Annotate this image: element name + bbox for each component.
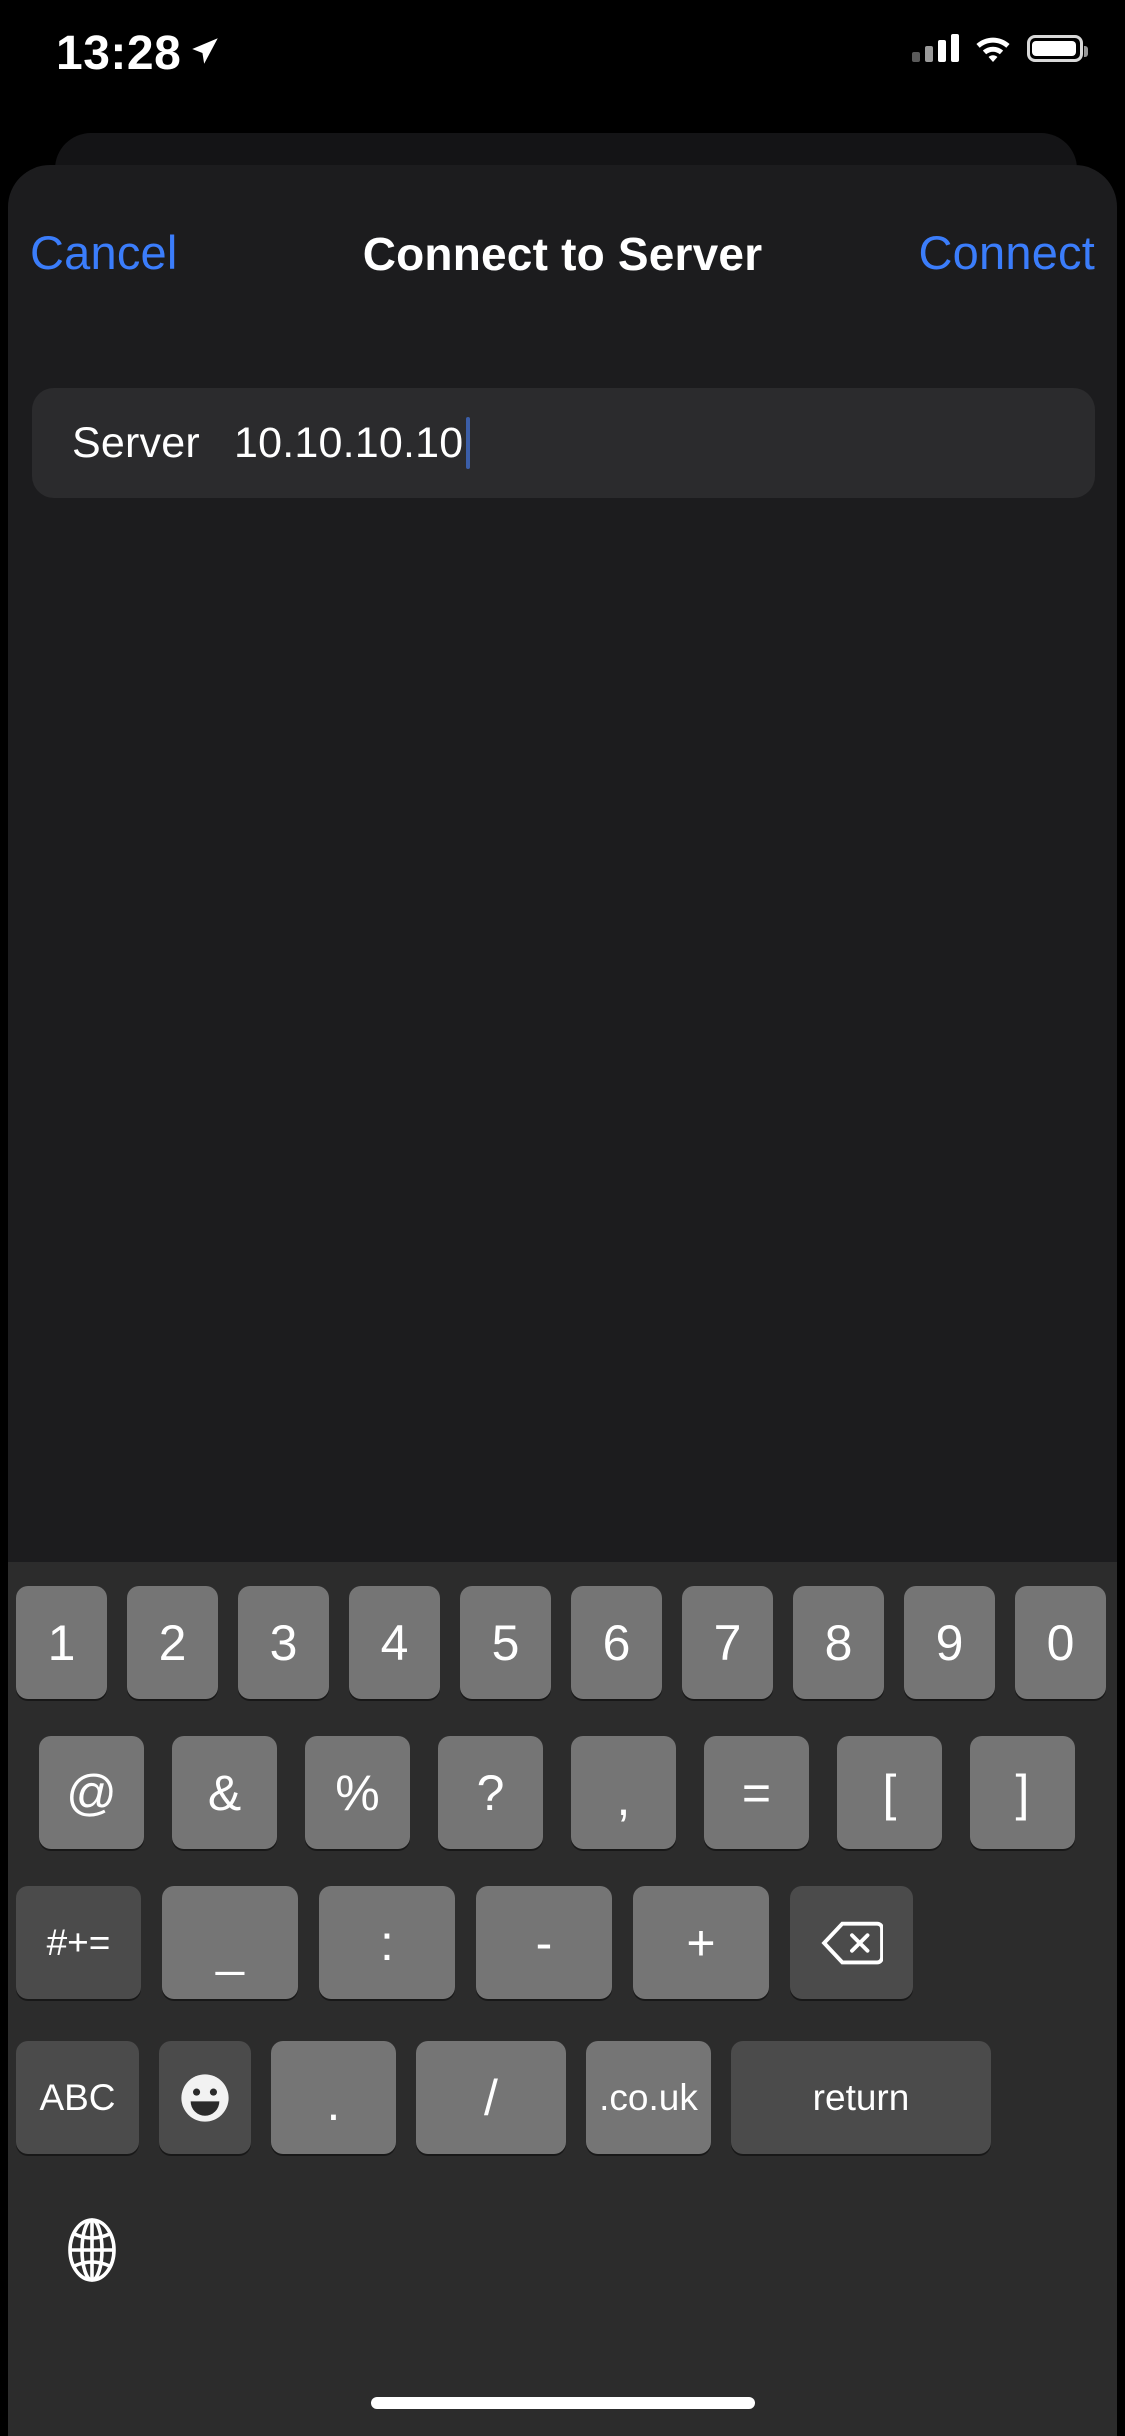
key-period-label: . — [326, 2075, 341, 2131]
location-arrow-icon — [192, 38, 218, 64]
key-question[interactable]: ? — [438, 1736, 543, 1849]
server-field-row[interactable]: Server — [32, 388, 1095, 498]
server-field-label: Server — [72, 418, 200, 467]
connect-to-server-sheet: Cancel Connect to Server Connect Server … — [8, 165, 1117, 2436]
key-hyphen[interactable]: - — [476, 1886, 612, 1999]
key-plus[interactable]: + — [633, 1886, 769, 1999]
delete-icon — [820, 1921, 883, 1964]
keyboard-row-bottom: ABC . / .co.uk return — [8, 2041, 1117, 2154]
key-comma-label: , — [616, 1770, 631, 1826]
key-symbol-toggle[interactable]: #+= — [16, 1886, 141, 1999]
key-period[interactable]: . — [271, 2041, 396, 2154]
key-ampersand[interactable]: & — [172, 1736, 277, 1849]
key-underscore-label: _ — [216, 1920, 244, 1976]
key-slash[interactable]: / — [416, 2041, 566, 2154]
key-underscore[interactable]: _ — [162, 1886, 298, 1999]
key-comma[interactable]: , — [571, 1736, 676, 1849]
keyboard-row-more-symbols: #+= _ : - + — [8, 1886, 1117, 1999]
key-equals[interactable]: = — [704, 1736, 809, 1849]
key-at[interactable]: @ — [39, 1736, 144, 1849]
key-return[interactable]: return — [731, 2041, 991, 2154]
key-tld-couk[interactable]: .co.uk — [586, 2041, 711, 2154]
key-2[interactable]: 2 — [127, 1586, 218, 1699]
battery-icon — [1027, 34, 1088, 62]
on-screen-keyboard: 1 2 3 4 5 6 7 8 9 0 @ & % ? , = [ ] #+= … — [8, 1562, 1117, 2436]
key-1[interactable]: 1 — [16, 1586, 107, 1699]
keyboard-row-numbers: 1 2 3 4 5 6 7 8 9 0 — [8, 1586, 1117, 1699]
key-bracket-right[interactable]: ] — [970, 1736, 1075, 1849]
home-indicator — [370, 2397, 755, 2409]
text-cursor — [466, 417, 470, 469]
key-3[interactable]: 3 — [238, 1586, 329, 1699]
status-bar: 13:28 — [0, 0, 1125, 98]
cellular-signal-icon — [912, 34, 959, 62]
key-9[interactable]: 9 — [904, 1586, 995, 1699]
wifi-icon — [976, 37, 1010, 62]
sheet-navigation-bar: Cancel Connect to Server Connect — [8, 165, 1117, 345]
key-5[interactable]: 5 — [460, 1586, 551, 1699]
keyboard-row-symbols: @ & % ? , = [ ] — [8, 1736, 1117, 1849]
key-0[interactable]: 0 — [1015, 1586, 1106, 1699]
iphone-screen: 13:28 Cancel Connect to Server Connect S… — [0, 0, 1125, 2436]
status-bar-indicators — [912, 26, 1088, 70]
server-input[interactable] — [234, 418, 465, 468]
key-4[interactable]: 4 — [349, 1586, 440, 1699]
key-8[interactable]: 8 — [793, 1586, 884, 1699]
key-6[interactable]: 6 — [571, 1586, 662, 1699]
key-7[interactable]: 7 — [682, 1586, 773, 1699]
emoji-icon — [181, 2073, 229, 2122]
key-colon[interactable]: : — [319, 1886, 455, 1999]
key-backspace[interactable] — [790, 1886, 913, 1999]
key-percent[interactable]: % — [305, 1736, 410, 1849]
key-bracket-left[interactable]: [ — [837, 1736, 942, 1849]
globe-icon[interactable] — [60, 2218, 124, 2282]
key-emoji[interactable] — [159, 2041, 251, 2154]
connect-button[interactable]: Connect — [919, 225, 1095, 280]
status-bar-clock: 13:28 — [56, 27, 182, 80]
key-abc-toggle[interactable]: ABC — [16, 2041, 139, 2154]
server-input-wrapper[interactable] — [234, 417, 1095, 469]
